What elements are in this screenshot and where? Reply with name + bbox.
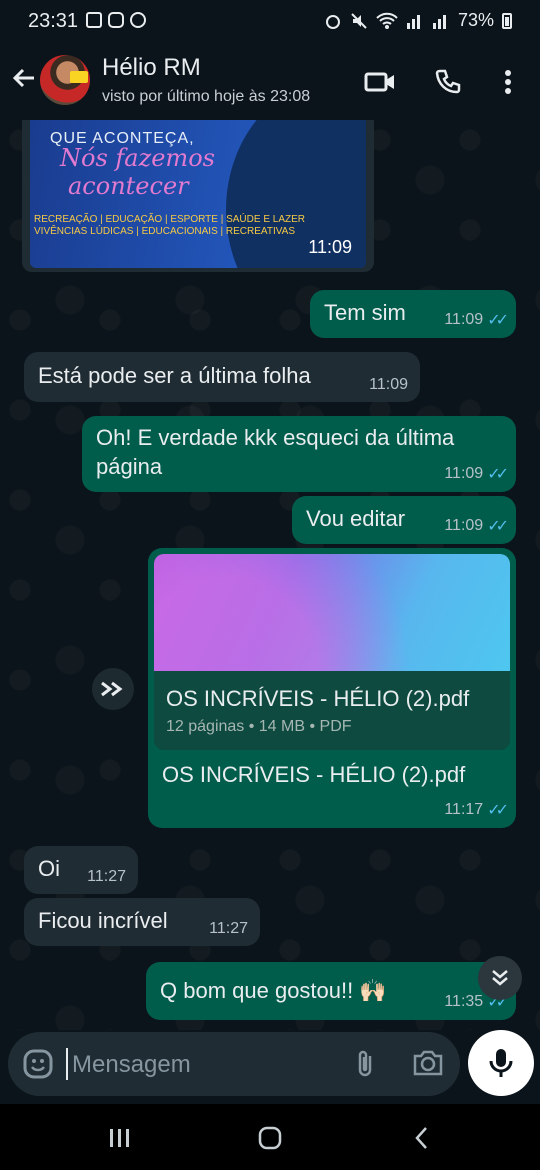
video-call-button[interactable] [360,62,400,102]
message-text: Q bom que gostou!! 🙌🏻 [160,978,387,1003]
message-time: 11:09 [308,237,352,257]
forward-icon [101,681,123,697]
more-vertical-icon [505,70,511,94]
message-text: Oh! E verdade kkk esqueci da última pági… [96,425,455,479]
document-card[interactable]: OS INCRÍVEIS - HÉLIO (2).pdf 12 páginas … [154,554,510,750]
text-cursor [66,1048,68,1080]
arrow-left-icon [12,68,34,88]
message-meta: 11:17 ✓✓ [444,800,509,820]
battery-percent: 73% [457,10,494,30]
read-ticks-icon: ✓✓ [487,312,509,329]
read-ticks-icon: ✓✓ [487,802,509,819]
message-meta: 11:27 [209,920,248,938]
status-right: 73% [324,10,512,31]
image-preview[interactable]: QUE ACONTEÇA, Nós fazemos acontecer RECR… [30,120,366,268]
message-bubble-out[interactable]: Q bom que gostou!! 🙌🏻 11:35 ✓✓ [146,962,516,1020]
read-ticks-icon: ✓✓ [487,466,509,483]
instagram-icon [108,12,124,28]
document-filename: OS INCRÍVEIS - HÉLIO (2).pdf [166,686,470,711]
video-camera-icon [364,72,394,92]
sticker-icon [23,1049,53,1079]
more-options-button[interactable] [488,62,528,102]
message-text: Oi [38,856,60,881]
message-meta: 11:09 [369,376,408,394]
recent-apps-button[interactable] [100,1122,140,1154]
chat-area[interactable]: QUE ACONTEÇA, Nós fazemos acontecer RECR… [0,120,540,1030]
message-bubble-in[interactable]: Está pode ser a última folha 11:09 [24,352,420,402]
alarm-icon [325,14,340,29]
image-text: RECREAÇÃO | EDUCAÇÃO | ESPORTE | SAÚDE E… [34,214,306,225]
document-thumbnail [154,554,510,671]
back-button[interactable] [8,62,40,94]
message-time: 11:27 [87,868,126,885]
message-bubble-out[interactable]: Tem sim 11:09 ✓✓ [310,290,516,338]
message-time: 11:17 [444,801,484,818]
message-bubble-out[interactable]: Oh! E verdade kkk esqueci da última pági… [82,416,516,492]
avatar[interactable] [40,55,90,105]
camera-icon [413,1050,443,1076]
gallery-icon [86,12,102,28]
message-composer [8,1032,460,1096]
status-bar: 23:31 73% [0,0,540,44]
paperclip-icon [358,1050,372,1077]
message-meta: 11:09 ✓✓ [444,464,509,484]
battery-icon [502,12,512,29]
message-text: Está pode ser a última folha [38,363,311,388]
camera-button[interactable] [412,1048,444,1083]
avatar-badge [70,71,88,83]
read-ticks-icon: ✓✓ [487,518,509,535]
phone-icon [435,69,461,94]
document-info: 12 páginas • 14 MB • PDF [166,718,352,735]
signal-icon [406,14,420,29]
message-meta: 11:09 ✓✓ [444,516,509,536]
message-time: 11:09 [444,465,484,482]
chat-header: Hélio RM visto por último hoje às 23:08 [0,44,540,120]
message-time: 11:09 [444,311,484,328]
document-message[interactable]: OS INCRÍVEIS - HÉLIO (2).pdf 12 páginas … [148,548,516,828]
message-input[interactable] [70,1046,334,1084]
message-text: Tem sim [324,300,406,325]
double-chevron-down-icon [492,970,508,986]
forward-button[interactable] [92,668,134,710]
scroll-to-bottom-button[interactable] [478,956,522,1000]
message-time: 11:09 [369,376,408,393]
contact-name[interactable]: Hélio RM [102,54,201,82]
message-meta: 11:09 ✓✓ [444,310,509,330]
wifi-icon [376,12,398,29]
message-bubble-out[interactable]: Vou editar 11:09 ✓✓ [292,496,516,544]
nav-back-button[interactable] [402,1122,442,1154]
document-caption: OS INCRÍVEIS - HÉLIO (2).pdf [162,762,466,787]
home-button[interactable] [250,1122,290,1154]
message-bubble-in[interactable]: Oi 11:27 [24,846,138,894]
system-nav-bar [0,1104,540,1170]
image-text: Nós fazemos [60,144,215,172]
image-text: acontecer [68,172,189,200]
signal-icon-2 [432,14,446,29]
recent-apps-icon [110,1129,129,1147]
microphone-icon [489,1049,513,1077]
sticker-button[interactable] [22,1048,54,1085]
voice-record-button[interactable] [468,1030,534,1096]
message-bubble-in[interactable]: Ficou incrível 11:27 [24,898,260,946]
mute-icon [351,12,367,29]
image-message[interactable]: QUE ACONTEÇA, Nós fazemos acontecer RECR… [22,120,374,272]
link-icon [130,12,146,28]
voice-call-button[interactable] [428,62,468,102]
status-notification-icons [86,12,146,28]
message-text: Ficou incrível [38,908,168,933]
message-time: 11:35 [444,993,484,1010]
message-time: 11:09 [444,517,484,534]
status-time: 23:31 [28,10,79,32]
attach-button[interactable] [352,1048,380,1085]
message-time: 11:27 [209,920,248,937]
home-icon [258,1126,282,1150]
back-chevron-icon [415,1127,427,1149]
message-meta: 11:27 [87,868,126,886]
image-text: VIVÊNCIAS LÚDICAS | EDUCACIONAIS | RECRE… [34,226,295,237]
message-text: Vou editar [306,506,406,531]
last-seen: visto por último hoje às 23:08 [102,88,311,105]
